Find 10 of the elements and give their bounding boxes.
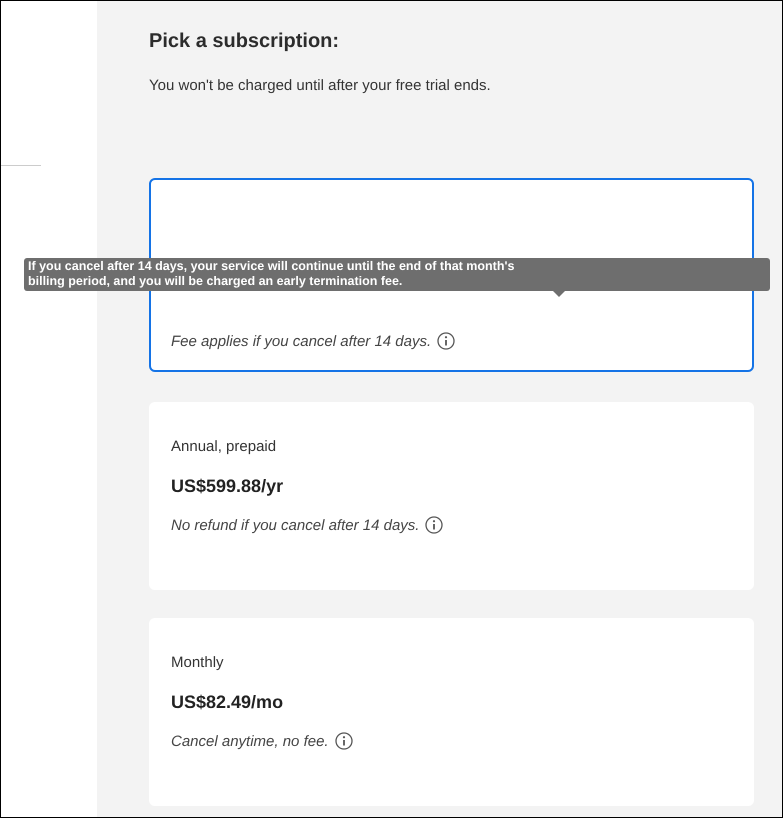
- plan-name: Monthly: [171, 654, 225, 671]
- plan-note: Cancel anytime, no fee.: [171, 732, 329, 750]
- plan-price: US$599.88/yr: [171, 476, 284, 497]
- plan-price: US$82.49/mo: [171, 692, 284, 713]
- plan-note: Fee applies if you cancel after 14 days.: [171, 332, 432, 350]
- plan-name: Annual, prepaid: [171, 438, 278, 455]
- plan-note: No refund if you cancel after 14 days.: [171, 516, 420, 534]
- tooltip: If you cancel after 14 days, your service will continue until the end of that month's billing period, and you will be charged an early termination fee.: [24, 258, 770, 291]
- page-heading: Pick a subscription:: [149, 30, 340, 53]
- trial-notice: You won't be charged until after your free trial ends.: [149, 77, 492, 94]
